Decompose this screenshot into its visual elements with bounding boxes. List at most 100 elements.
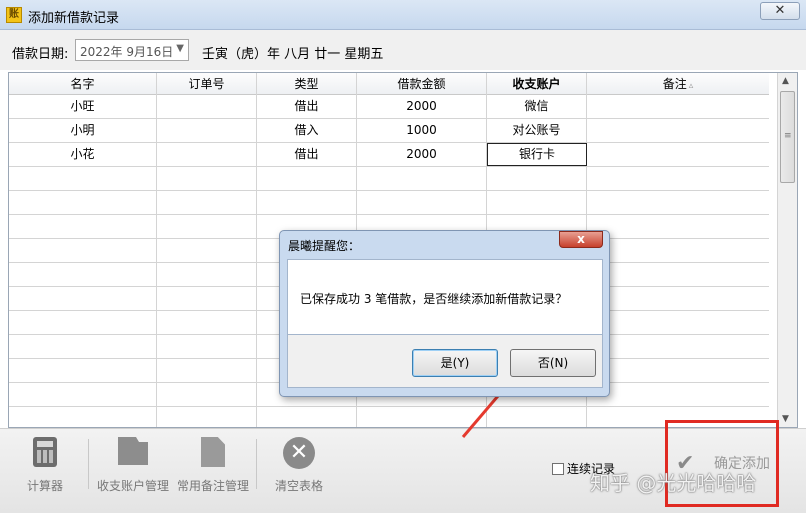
col-header-type[interactable]: 类型 xyxy=(257,73,357,95)
cell-account[interactable]: 对公账号 xyxy=(487,119,587,143)
cell-order[interactable] xyxy=(157,335,257,359)
checkbox-box[interactable] xyxy=(552,463,564,475)
folder-icon xyxy=(118,437,148,465)
cell-order[interactable] xyxy=(157,119,257,143)
cell-amount[interactable] xyxy=(357,167,487,191)
scroll-grip-icon: ≡ xyxy=(784,131,792,141)
cell-amount[interactable] xyxy=(357,191,487,215)
cell-name[interactable] xyxy=(9,191,157,215)
cell-account[interactable]: 微信 xyxy=(487,95,587,119)
cell-name[interactable]: 小旺 xyxy=(9,95,157,119)
table-row[interactable] xyxy=(9,191,769,215)
cell-name[interactable]: 小花 xyxy=(9,143,157,167)
cell-type[interactable]: 借出 xyxy=(257,143,357,167)
calculator-button[interactable]: 计算器 xyxy=(18,437,72,494)
cell-type[interactable] xyxy=(257,167,357,191)
cell-name[interactable] xyxy=(9,383,157,407)
cell-order[interactable] xyxy=(157,167,257,191)
dialog-close-button[interactable]: x xyxy=(559,231,603,248)
cell-note[interactable] xyxy=(587,143,769,167)
window-close-button[interactable]: ✕ xyxy=(760,2,800,20)
cell-name[interactable] xyxy=(9,287,157,311)
cell-order[interactable] xyxy=(157,215,257,239)
cell-amount[interactable]: 2000 xyxy=(357,95,487,119)
col-header-account[interactable]: 收支账户 xyxy=(487,73,587,95)
cell-order[interactable] xyxy=(157,383,257,407)
account-management-button[interactable]: 收支账户管理 xyxy=(94,437,172,494)
cell-order[interactable] xyxy=(157,287,257,311)
cell-amount[interactable]: 1000 xyxy=(357,119,487,143)
table-row[interactable] xyxy=(9,407,769,427)
table-row[interactable]: 小明 借入 1000 对公账号 xyxy=(9,119,769,143)
cell-order[interactable] xyxy=(157,311,257,335)
sort-indicator-icon: ▵ xyxy=(688,81,694,91)
cell-name[interactable] xyxy=(9,167,157,191)
no-button[interactable]: 否(N) xyxy=(510,349,596,377)
table-row[interactable]: 小花 借出 2000 银行卡 xyxy=(9,143,769,167)
document-icon xyxy=(201,437,225,467)
cell-account[interactable] xyxy=(487,191,587,215)
cell-order[interactable] xyxy=(157,359,257,383)
cell-account[interactable] xyxy=(487,167,587,191)
col-header-amount[interactable]: 借款金额 xyxy=(357,73,487,95)
chevron-down-icon[interactable]: ▼ xyxy=(176,43,184,54)
col-header-order[interactable]: 订单号 xyxy=(157,73,257,95)
cell-note[interactable] xyxy=(587,311,769,335)
clear-table-button[interactable]: ✕ 清空表格 xyxy=(266,437,332,494)
cell-note[interactable] xyxy=(587,263,769,287)
date-row: 借款日期: 2022年 9月16日 ▼ 壬寅（虎）年 八月 廿一 星期五 xyxy=(0,30,806,70)
cell-order[interactable] xyxy=(157,407,257,427)
cell-account[interactable]: 银行卡 xyxy=(487,143,587,166)
cell-name[interactable] xyxy=(9,311,157,335)
cell-note[interactable] xyxy=(587,359,769,383)
confirm-dialog: 晨曦提醒您： x 已保存成功 3 笔借款，是否继续添加新借款记录？ 是(Y) 否… xyxy=(279,230,610,397)
scroll-thumb[interactable]: ≡ xyxy=(780,91,795,183)
cell-note[interactable] xyxy=(587,95,769,119)
cell-note[interactable] xyxy=(587,239,769,263)
window-title: 添加新借款记录 xyxy=(28,11,120,26)
cell-name[interactable]: 小明 xyxy=(9,119,157,143)
table-row[interactable]: 小旺 借出 2000 微信 xyxy=(9,95,769,119)
toolbar-divider xyxy=(256,439,257,489)
col-header-note[interactable]: 备注 ▵ xyxy=(587,73,769,95)
cell-name[interactable] xyxy=(9,407,157,427)
cell-name[interactable] xyxy=(9,359,157,383)
cell-order[interactable] xyxy=(157,263,257,287)
cell-type[interactable]: 借入 xyxy=(257,119,357,143)
cell-note[interactable] xyxy=(587,191,769,215)
cell-name[interactable] xyxy=(9,215,157,239)
table-row[interactable] xyxy=(9,167,769,191)
col-header-note-label: 备注 xyxy=(662,77,687,91)
grid-header: 名字 订单号 类型 借款金额 收支账户 备注 ▵ xyxy=(9,73,769,95)
cell-note[interactable] xyxy=(587,215,769,239)
cell-order[interactable] xyxy=(157,95,257,119)
cell-note[interactable] xyxy=(587,287,769,311)
col-header-name[interactable]: 名字 xyxy=(9,73,157,95)
toolbar-divider xyxy=(88,439,89,489)
date-picker[interactable]: 2022年 9月16日 ▼ xyxy=(75,39,189,61)
cell-order[interactable] xyxy=(157,191,257,215)
cell-type[interactable] xyxy=(257,407,357,427)
scroll-up-icon[interactable]: ▲ xyxy=(782,76,789,86)
cell-note[interactable] xyxy=(587,383,769,407)
cell-amount[interactable]: 2000 xyxy=(357,143,487,167)
cell-order[interactable] xyxy=(157,143,257,167)
cell-type[interactable] xyxy=(257,191,357,215)
cell-note[interactable] xyxy=(587,167,769,191)
date-label: 借款日期: xyxy=(12,47,69,62)
yes-button[interactable]: 是(Y) xyxy=(412,349,498,377)
cell-note[interactable] xyxy=(587,335,769,359)
cell-order[interactable] xyxy=(157,239,257,263)
cell-name[interactable] xyxy=(9,263,157,287)
cell-note[interactable] xyxy=(587,119,769,143)
cell-name[interactable] xyxy=(9,335,157,359)
dialog-body: 已保存成功 3 笔借款，是否继续添加新借款记录？ xyxy=(287,259,603,335)
cell-type[interactable]: 借出 xyxy=(257,95,357,119)
vertical-scrollbar[interactable]: ▲ ≡ ▼ xyxy=(777,73,797,427)
account-management-label: 收支账户管理 xyxy=(96,479,169,493)
note-management-button[interactable]: 常用备注管理 xyxy=(174,437,252,494)
clear-table-label: 清空表格 xyxy=(274,479,323,493)
scroll-down-icon[interactable]: ▼ xyxy=(782,414,789,424)
cell-name[interactable] xyxy=(9,239,157,263)
calculator-icon xyxy=(33,437,57,467)
